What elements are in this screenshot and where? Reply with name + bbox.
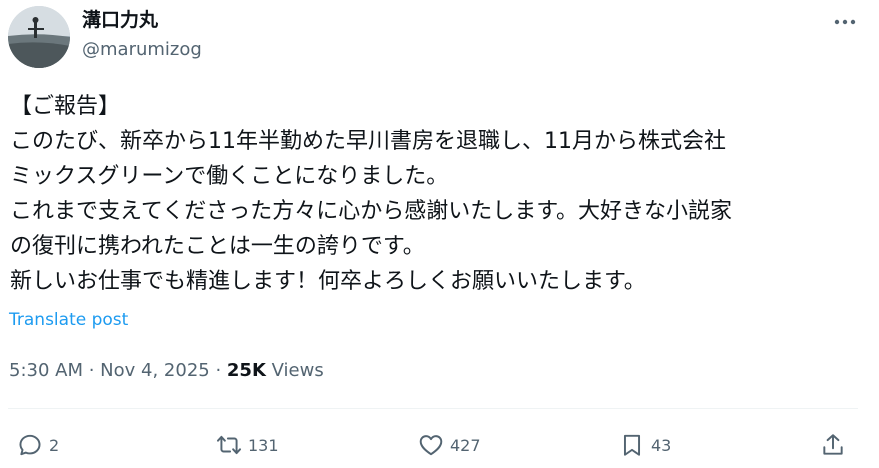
avatar[interactable]	[8, 6, 70, 68]
author-name[interactable]: 溝口力丸	[82, 8, 158, 32]
reply-icon	[19, 434, 41, 456]
post-meta: 5:30 AM · Nov 4, 2025 · 25K Views	[9, 358, 324, 384]
more-icon[interactable]	[830, 10, 860, 34]
meta-separator: ·	[209, 360, 227, 381]
translate-post-link[interactable]: Translate post	[9, 308, 128, 332]
post-line: これまで支えてくださった方々に心から感謝いたします。大好きな小説家	[10, 199, 733, 224]
like-count: 427	[450, 435, 481, 455]
views-count: 25K	[226, 360, 266, 381]
post-date[interactable]: Nov 4, 2025	[100, 360, 210, 381]
divider	[8, 408, 858, 409]
repost-button[interactable]: 131	[216, 430, 279, 460]
share-icon	[823, 434, 843, 455]
post-text: 【ご報告】 このたび、新卒から11年半勤めた早川書房を退職し、11月から株式会社…	[10, 89, 870, 299]
post-time[interactable]: 5:30 AM	[9, 360, 83, 381]
bookmark-count: 43	[651, 435, 672, 455]
meta-separator: ·	[83, 360, 101, 381]
post-line: 【ご報告】	[10, 94, 121, 119]
post-line: 新しいお仕事でも精進します！何卒よろしくお願いいたします。	[10, 269, 646, 294]
bookmark-button[interactable]: 43	[619, 430, 671, 460]
reply-button[interactable]: 2	[17, 430, 59, 460]
repost-icon	[216, 435, 242, 455]
share-button[interactable]	[820, 430, 846, 460]
post-line: このたび、新卒から11年半勤めた早川書房を退職し、11月から株式会社	[10, 129, 726, 154]
repost-count: 131	[248, 435, 279, 455]
like-icon	[419, 435, 443, 456]
author-handle[interactable]: @marumizog	[82, 38, 202, 62]
post-line: の復刊に携われたことは一生の誇りです。	[10, 234, 425, 259]
reply-count: 2	[49, 435, 60, 455]
like-button[interactable]: 427	[418, 430, 481, 460]
post-line: ミックスグリーンで働くことになりました。	[10, 164, 449, 189]
views-label: Views	[265, 360, 324, 381]
bookmark-icon	[623, 434, 641, 456]
